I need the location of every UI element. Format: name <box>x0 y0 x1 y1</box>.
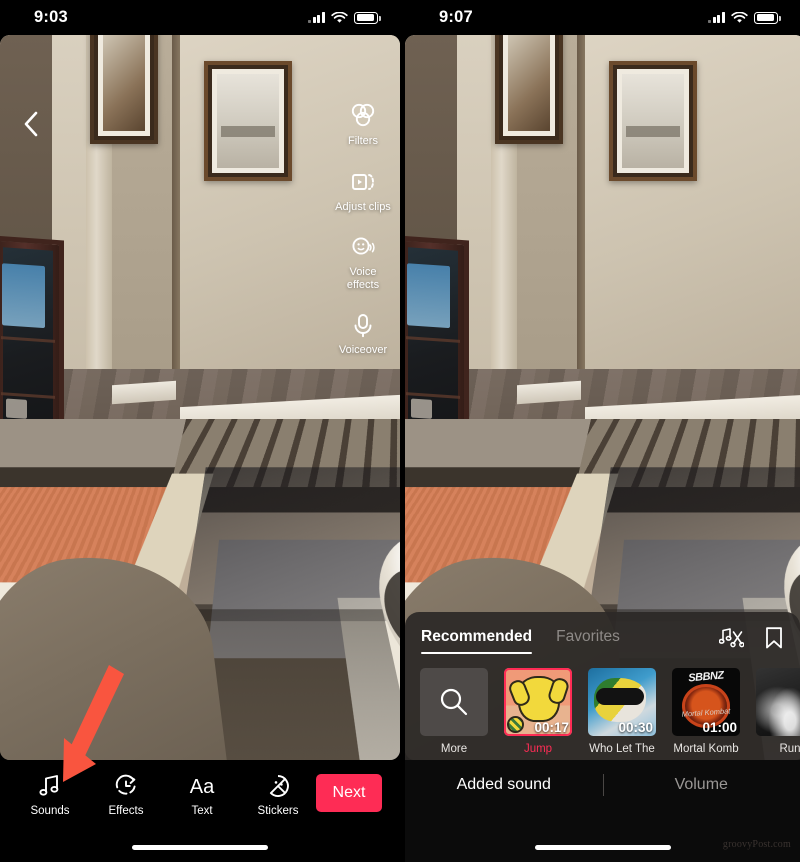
screenshot-stage: 9:03 Filters Adjust clips Voice effects … <box>0 0 800 862</box>
stickers-icon <box>269 775 289 797</box>
home-indicator <box>534 845 671 850</box>
bookmark-button[interactable] <box>764 626 784 650</box>
status-bar: 9:07 <box>405 0 800 35</box>
tab-recommended[interactable]: Recommended <box>421 628 533 654</box>
status-bar: 9:03 <box>0 0 400 35</box>
sound-name: More <box>440 743 468 755</box>
trim-sound-button[interactable] <box>719 626 744 650</box>
left-phone-screen: 9:03 Filters Adjust clips Voice effects … <box>0 0 400 862</box>
sound-name: Mortal Komb <box>673 743 739 755</box>
bookmark-icon <box>766 627 782 649</box>
voice-effects-icon <box>352 237 375 255</box>
framed-picture <box>204 61 292 181</box>
tool-voiceover[interactable]: Voiceover <box>339 310 387 357</box>
sound-item-more[interactable]: More <box>419 668 489 755</box>
tab-added-sound[interactable]: Added sound <box>405 776 603 794</box>
toolbar-item-text[interactable]: Aa Text <box>164 772 240 817</box>
sound-item-jump[interactable]: 00:17 Jump <box>503 668 573 755</box>
signal-bars-icon <box>308 12 325 23</box>
right-phone-screen: 9:07 Recommended Favorites More 00:17 Ju… <box>400 0 800 862</box>
sound-thumbnail: 00 <box>756 668 800 736</box>
battery-icon <box>354 11 381 24</box>
tool-filters[interactable]: Filters <box>348 101 378 148</box>
toolbar-label: Stickers <box>257 805 299 817</box>
sound-panel-tabs: Recommended Favorites <box>421 628 620 654</box>
tab-favorites[interactable]: Favorites <box>556 628 620 654</box>
sound-duration: 00:17 <box>534 720 569 735</box>
toolbar-item-sounds[interactable]: Sounds <box>12 772 88 817</box>
sound-list: More 00:17 Jump 00:30 Who Let The SBBNZ … <box>405 656 800 755</box>
wifi-icon <box>731 11 748 23</box>
music-note-icon <box>39 775 59 796</box>
watermark: groovyPost.com <box>722 839 791 850</box>
back-button[interactable] <box>14 107 48 141</box>
trim-sound-icon <box>719 628 744 648</box>
sound-name: Jump <box>523 743 553 755</box>
framed-picture <box>609 61 697 181</box>
status-bar-time: 9:03 <box>34 8 68 26</box>
sound-name: Run <box>779 743 800 755</box>
chevron-left-icon <box>24 111 38 137</box>
tool-label: Voiceover <box>338 344 388 356</box>
yellow-cat-artwork <box>518 676 560 722</box>
toolbar-label: Effects <box>108 805 144 817</box>
video-preview-canvas[interactable]: Filters Adjust clips Voice effects Voice… <box>0 35 400 760</box>
tab-volume[interactable]: Volume <box>603 776 800 794</box>
yarn-ball-artwork <box>507 716 524 733</box>
sound-duration: 00:30 <box>618 720 653 735</box>
toolbar-label: Sounds <box>30 805 70 817</box>
toolbar-item-stickers[interactable]: Stickers <box>240 772 316 817</box>
sound-thumbnail: 00:30 <box>588 668 656 736</box>
sound-thumbnail: SBBNZ Mortal Kombat 01:00 <box>672 668 740 736</box>
text-icon: Aa <box>190 776 215 798</box>
toolbar-items: Sounds Effects Aa Text Stickers <box>12 772 316 817</box>
effects-icon <box>115 774 136 795</box>
status-bar-time: 9:07 <box>439 8 473 26</box>
sound-thumbnail: 00:17 <box>504 668 572 736</box>
filters-icon <box>351 103 375 127</box>
tool-label: Filters <box>348 135 378 147</box>
tool-label: Adjust clips <box>335 200 391 213</box>
home-indicator <box>132 845 268 850</box>
sunglasses-artwork <box>596 688 644 705</box>
tool-adjust-clips[interactable]: Adjust clips <box>335 167 391 214</box>
framed-picture <box>90 35 158 144</box>
sound-item-mortal-kombat[interactable]: SBBNZ Mortal Kombat 01:00 Mortal Komb <box>671 668 741 755</box>
search-icon <box>440 688 468 716</box>
tab-divider <box>602 774 604 796</box>
sound-panel-actions <box>719 626 784 656</box>
sound-name: Who Let The <box>589 743 655 755</box>
status-bar-indicators <box>708 11 781 24</box>
toolbar-item-effects[interactable]: Effects <box>88 772 164 817</box>
tool-label: Voice effects <box>346 266 380 291</box>
svg-text:Aa: Aa <box>190 776 215 798</box>
tool-voice-effects[interactable]: Voice effects <box>332 232 394 291</box>
framed-picture <box>495 35 563 144</box>
sound-thumbnail <box>420 668 488 736</box>
run-artwork <box>756 668 800 736</box>
status-bar-indicators <box>308 11 381 24</box>
voiceover-icon <box>354 314 372 338</box>
signal-bars-icon <box>708 12 725 23</box>
sound-item-run[interactable]: 00 Run <box>755 668 800 755</box>
sound-panel-header: Recommended Favorites <box>405 612 800 656</box>
editor-tools-rail: Filters Adjust clips Voice effects Voice… <box>332 101 394 357</box>
sound-duration: 01:00 <box>702 720 737 735</box>
next-button[interactable]: Next <box>316 774 382 812</box>
toolbar-label: Text <box>191 805 213 817</box>
wifi-icon <box>331 11 348 23</box>
sound-picker-panel: Recommended Favorites More 00:17 Jump 00… <box>405 612 800 760</box>
battery-icon <box>754 11 781 24</box>
adjust-clips-icon <box>352 173 374 190</box>
sound-item-who-let-the[interactable]: 00:30 Who Let The <box>587 668 657 755</box>
